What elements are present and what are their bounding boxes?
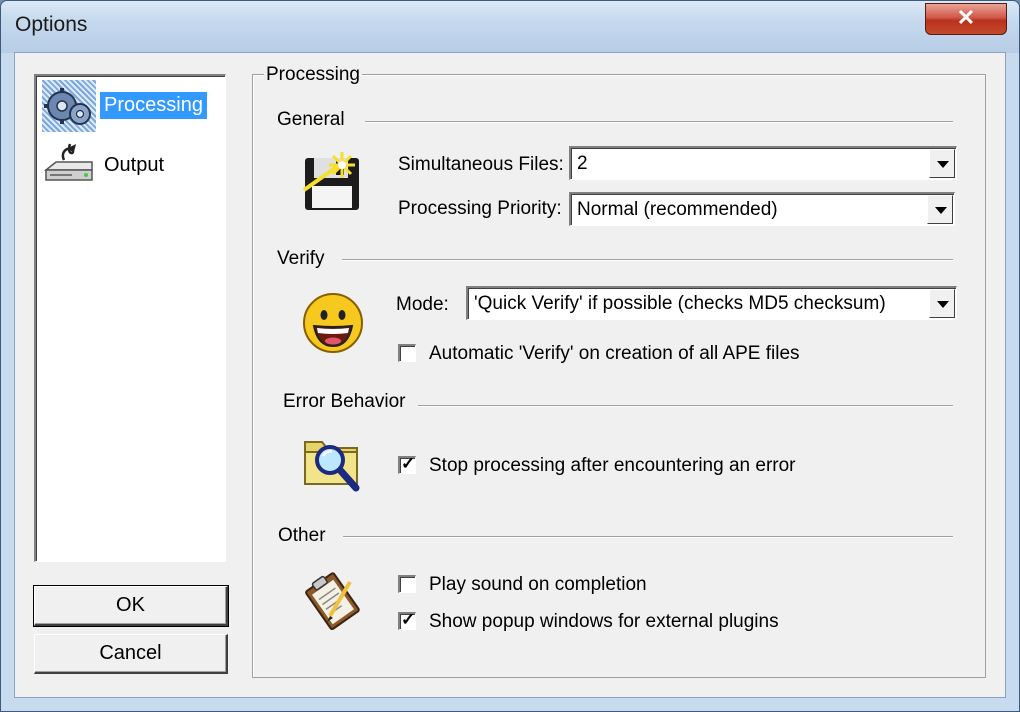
chevron-down-icon[interactable] [929, 289, 955, 318]
auto-verify-checkbox[interactable] [398, 344, 416, 362]
close-button[interactable]: ✕ [925, 3, 1007, 35]
floppy-disk-icon [302, 150, 362, 217]
nav-item-processing[interactable]: Processing [40, 78, 207, 134]
processing-priority-dropdown[interactable]: Normal (recommended) [569, 192, 955, 226]
section-divider [342, 259, 953, 261]
section-divider [418, 405, 953, 407]
output-icon [42, 140, 96, 192]
window-title: Options [15, 13, 88, 36]
nav-item-label: Output [104, 154, 165, 176]
groupbox-title: Processing [264, 64, 362, 86]
show-popup-checkbox[interactable]: ✓ [398, 610, 416, 630]
clipboard-icon [302, 572, 364, 637]
section-divider [343, 536, 953, 538]
show-popup-label[interactable]: Show popup windows for external plugins [429, 611, 779, 633]
folder-search-icon [302, 434, 362, 499]
dropdown-value: 2 [577, 153, 588, 174]
section-divider [365, 121, 953, 123]
section-heading-error-behavior: Error Behavior [283, 391, 416, 413]
category-list[interactable]: Processing Output [34, 74, 226, 562]
stop-on-error-checkbox[interactable]: ✓ [398, 454, 416, 474]
processing-priority-label: Processing Priority: [398, 198, 562, 219]
dropdown-value: Normal (recommended) [577, 199, 778, 220]
cancel-button[interactable]: Cancel [34, 634, 228, 674]
checkmark-icon: ✓ [401, 610, 416, 629]
section-heading-general: General [277, 109, 355, 131]
play-sound-label[interactable]: Play sound on completion [429, 574, 647, 596]
verify-mode-label: Mode: [396, 294, 449, 315]
auto-verify-label[interactable]: Automatic 'Verify' on creation of all AP… [429, 343, 800, 365]
checkmark-icon: ✓ [401, 454, 416, 473]
chevron-down-icon[interactable] [929, 149, 955, 178]
stop-on-error-label[interactable]: Stop processing after encountering an er… [429, 455, 796, 477]
simultaneous-files-label: Simultaneous Files: [398, 154, 564, 175]
ok-button[interactable]: OK [33, 585, 229, 627]
nav-item-output[interactable]: Output [40, 138, 196, 194]
verify-mode-dropdown[interactable]: 'Quick Verify' if possible (checks MD5 c… [466, 286, 957, 320]
dropdown-value: 'Quick Verify' if possible (checks MD5 c… [474, 293, 886, 314]
section-heading-verify: Verify [277, 248, 335, 270]
processing-icon [42, 80, 96, 132]
nav-item-label: Processing [100, 92, 207, 119]
smiley-face-icon [302, 292, 364, 359]
section-heading-other: Other [278, 525, 336, 547]
play-sound-checkbox[interactable] [398, 575, 416, 593]
chevron-down-icon[interactable] [927, 195, 953, 224]
simultaneous-files-dropdown[interactable]: 2 [569, 146, 957, 180]
